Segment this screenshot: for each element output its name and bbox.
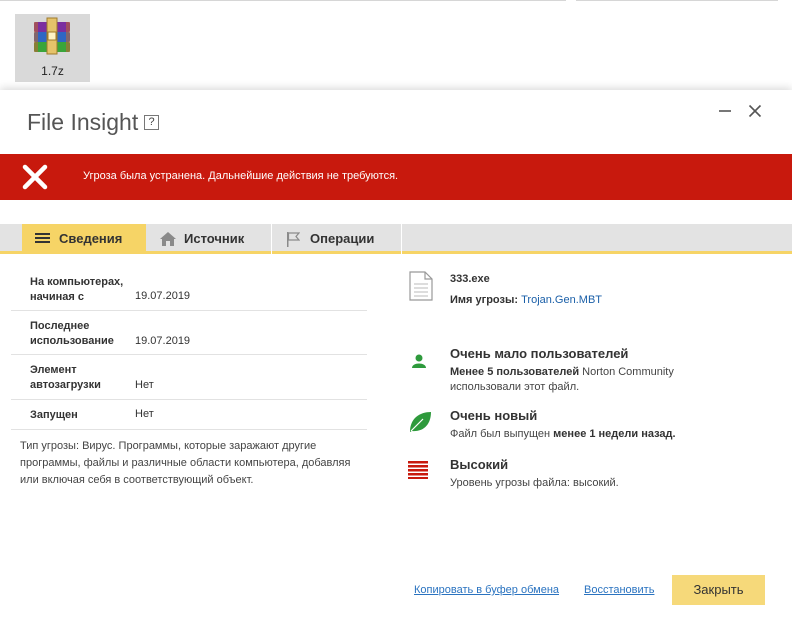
users-heading: Очень мало пользователей bbox=[450, 346, 629, 361]
close-button[interactable]: Закрыть bbox=[672, 575, 765, 605]
file-insight-dialog: File Insight ? Угроза была устранена. Да… bbox=[0, 90, 792, 618]
x-icon bbox=[22, 164, 48, 190]
risk-level-icon bbox=[408, 461, 428, 479]
row-value: 19.07.2019 bbox=[135, 335, 191, 347]
tab-bar: Сведения Источник Операции bbox=[0, 224, 792, 254]
alert-message: Угроза была устранена. Дальнейшие действ… bbox=[83, 170, 399, 182]
tab-label: Операции bbox=[310, 231, 375, 246]
tab-operations[interactable]: Операции bbox=[273, 224, 402, 254]
restore-link[interactable]: Восстановить bbox=[584, 584, 654, 596]
tab-label: Источник bbox=[184, 231, 245, 246]
row-label: Элемент автозагрузки bbox=[30, 364, 101, 391]
file-tile[interactable]: 1.7z bbox=[15, 14, 90, 82]
row-value: Нет bbox=[135, 379, 154, 391]
flag-icon bbox=[287, 232, 300, 247]
desktop-area: 1.7z bbox=[0, 0, 792, 95]
home-icon bbox=[160, 232, 176, 246]
minimize-button[interactable] bbox=[715, 102, 735, 122]
file-name-label: 333.exe bbox=[450, 273, 490, 285]
threat-name-line: Имя угрозы: Trojan.Gen.MBT bbox=[450, 294, 603, 306]
list-icon bbox=[35, 233, 50, 243]
minimize-icon bbox=[719, 110, 731, 112]
user-icon bbox=[412, 354, 426, 368]
tab-source[interactable]: Источник bbox=[147, 224, 272, 254]
leaf-icon bbox=[410, 412, 431, 432]
copy-to-clipboard-link[interactable]: Копировать в буфер обмена bbox=[414, 584, 559, 596]
users-text: Менее 5 пользователей Norton Community bbox=[450, 366, 674, 378]
dialog-title: File Insight bbox=[27, 109, 139, 135]
close-window-button[interactable] bbox=[745, 102, 765, 122]
details-table: На компьютерах, начиная с 19.07.2019 Пос… bbox=[11, 261, 367, 430]
table-row: Элемент автозагрузки Нет bbox=[11, 355, 367, 400]
table-row: Последнее использование 19.07.2019 bbox=[11, 311, 367, 355]
row-label: Последнее использование bbox=[30, 320, 114, 347]
document-icon bbox=[409, 271, 433, 301]
divider bbox=[576, 0, 778, 1]
risk-text: Уровень угрозы файла: высокий. bbox=[450, 477, 619, 489]
tab-label: Сведения bbox=[59, 231, 123, 246]
winrar-archive-icon bbox=[34, 17, 70, 55]
threat-description: Тип угрозы: Вирус. Программы, которые за… bbox=[20, 440, 351, 486]
threat-name: Trojan.Gen.MBT bbox=[521, 294, 603, 306]
row-value: Нет bbox=[135, 408, 154, 420]
close-icon bbox=[748, 104, 762, 118]
users-text-2: использовали этот файл. bbox=[450, 381, 580, 393]
file-name: 1.7z bbox=[41, 64, 64, 78]
row-label: На компьютерах, начиная с bbox=[30, 276, 124, 303]
risk-heading: Высокий bbox=[450, 457, 509, 472]
row-label: Запущен bbox=[30, 409, 78, 421]
threat-alert-bar: Угроза была устранена. Дальнейшие действ… bbox=[0, 154, 792, 200]
tab-details[interactable]: Сведения bbox=[22, 224, 146, 254]
divider bbox=[0, 0, 566, 1]
help-button[interactable]: ? bbox=[144, 115, 159, 130]
age-text: Файл был выпущен менее 1 недели назад. bbox=[450, 428, 676, 440]
table-row: На компьютерах, начиная с 19.07.2019 bbox=[11, 261, 367, 311]
age-heading: Очень новый bbox=[450, 408, 538, 423]
row-value: 19.07.2019 bbox=[135, 290, 191, 302]
table-row: Запущен Нет bbox=[11, 400, 367, 430]
